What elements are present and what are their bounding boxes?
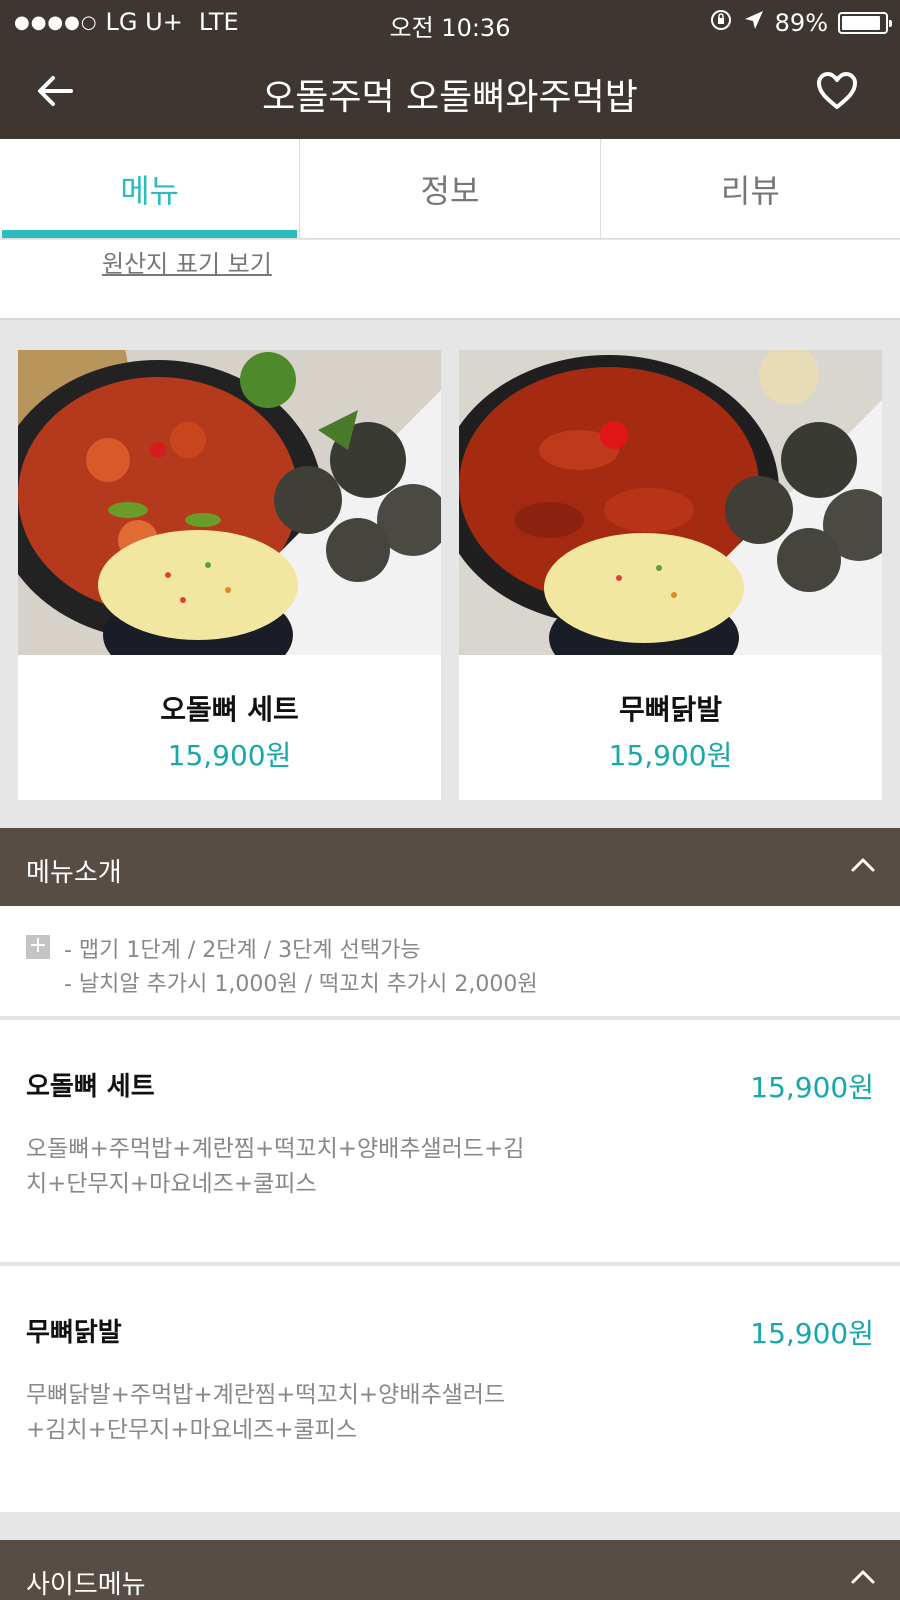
status-bar: ●●●●○ LG U+ LTE 오전 10:36 89% [0,0,900,44]
heart-icon [817,72,857,109]
item-description-line: 오돌뼈+주먹밥+계란찜+떡꼬치+양배추샐러드+김 [26,1136,525,1162]
section-title: 메뉴소개 [26,858,122,888]
menu-intro-body: + - 맵기 1단계 / 2단계 / 3단계 선택가능 - 날치알 추가시 1,… [0,906,900,1018]
title-bar: 오돌주먹 오돌뼈와주먹밥 [0,44,900,139]
card-price: 15,900원 [167,739,292,772]
menu-card[interactable]: 무뼈닭발 15,900원 [459,350,882,800]
tab-info[interactable]: 정보 [300,139,601,238]
menu-list-item[interactable]: 오돌뼈 세트 15,900원 오돌뼈+주먹밥+계란찜+떡꼬치+양배추샐러드+김 … [0,1020,900,1264]
origin-section: 원산지 표기 보기 [0,240,900,320]
card-name: 오돌뼈 세트 [160,693,299,726]
item-name: 오돌뼈 세트 [26,1072,155,1102]
intro-line: - 날치알 추가시 1,000원 / 떡꼬치 추가시 2,000원 [64,972,538,997]
tab-menu[interactable]: 메뉴 [0,139,301,238]
battery-icon [838,12,892,34]
menu-intro-header[interactable]: 메뉴소개 [0,828,900,906]
food-photo [18,350,441,655]
menu-card[interactable]: 오돌뼈 세트 15,900원 [18,350,441,800]
intro-line: - 맵기 1단계 / 2단계 / 3단계 선택가능 [64,938,421,963]
item-price: 15,900원 [750,1071,874,1104]
item-name: 무뼈닭발 [26,1318,122,1348]
origin-info-link[interactable]: 원산지 표기 보기 [102,244,272,279]
section-title: 사이드메뉴 [26,1570,146,1600]
card-price: 15,900원 [608,739,733,772]
chevron-up-icon [851,1570,875,1584]
status-right: 89% [709,8,892,38]
tab-bar: 메뉴 정보 리뷰 [0,139,900,239]
tab-reviews[interactable]: 리뷰 [601,139,900,238]
battery-percent: 89% [774,9,828,37]
menu-list-item[interactable]: 무뼈닭발 15,900원 무뼈닭발+주먹밥+계란찜+떡꼬치+양배추샐러드 +김치… [0,1266,900,1512]
item-description-line: 무뼈닭발+주먹밥+계란찜+떡꼬치+양배추샐러드 [26,1382,506,1408]
item-price: 15,900원 [750,1317,874,1350]
food-photo [459,350,882,655]
card-name: 무뼈닭발 [618,693,723,726]
item-description-line: +김치+단무지+마요네즈+쿨피스 [26,1417,358,1443]
plus-icon: + [26,935,50,959]
item-description: 무뼈닭발+주먹밥+계란찜+떡꼬치+양배추샐러드 +김치+단무지+마요네즈+쿨피스 [26,1378,505,1448]
location-arrow-icon [743,9,765,37]
favorite-button[interactable] [812,66,862,116]
chevron-up-icon [851,858,875,872]
side-menu-header[interactable]: 사이드메뉴 [0,1540,900,1600]
rotation-lock-icon [709,8,733,38]
page-title: 오돌주먹 오돌뼈와주먹밥 [262,77,638,118]
item-description: 오돌뼈+주먹밥+계란찜+떡꼬치+양배추샐러드+김 치+단무지+마요네즈+쿨피스 [26,1132,524,1202]
item-description-line: 치+단무지+마요네즈+쿨피스 [26,1171,317,1197]
